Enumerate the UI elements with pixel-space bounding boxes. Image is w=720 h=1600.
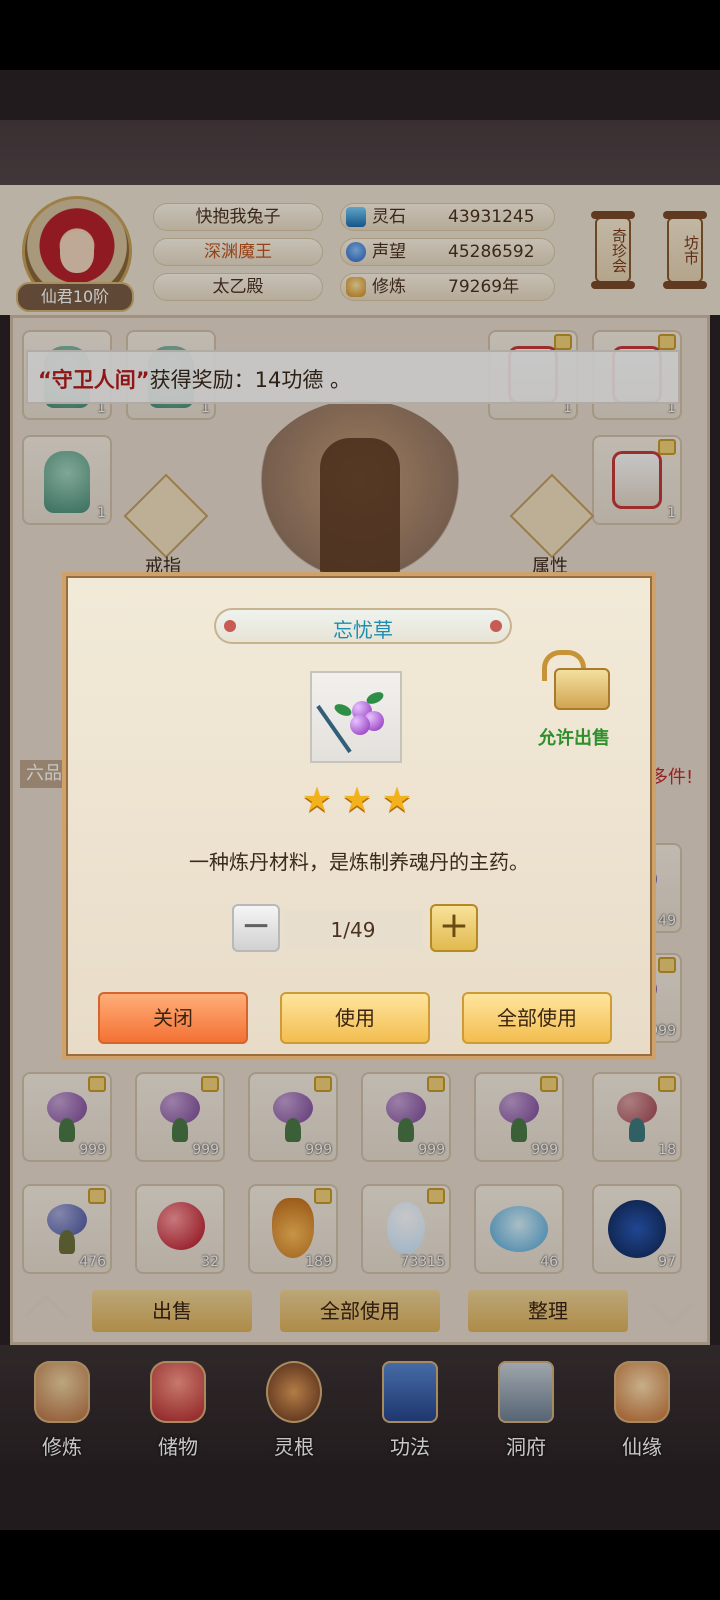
item-preview <box>310 671 402 763</box>
increase-button[interactable]: + <box>430 904 478 952</box>
quantity-stepper: − 1/49 + <box>232 902 480 954</box>
close-button[interactable]: 关闭 <box>98 992 248 1044</box>
item-name: 忘忧草 <box>333 618 393 642</box>
rarity-stars: ★ ★ ★ <box>298 781 418 821</box>
allow-sale-label: 允许出售 <box>538 728 610 749</box>
star-icon: ★ <box>341 780 373 820</box>
petal <box>350 715 370 735</box>
screen: 仙君10阶 快抱我兔子 深渊魔王 太乙殿 灵石 43931245 声望 4528… <box>0 0 720 1600</box>
unlock-icon[interactable] <box>542 650 620 710</box>
star-icon: ★ <box>301 780 333 820</box>
decrease-button[interactable]: − <box>232 904 280 952</box>
leaf <box>332 701 354 719</box>
item-dialog: 忘忧草 允许出售 ★ ★ ★ 一种炼丹材料，是炼制养魂丹的主药。 − 1/49 … <box>62 572 656 1060</box>
flower-herb-icon <box>316 687 386 754</box>
star-icon: ★ <box>381 780 413 820</box>
dialog-title-bar: 忘忧草 <box>214 608 512 644</box>
use-button[interactable]: 使用 <box>280 992 430 1044</box>
lock-body <box>554 668 610 710</box>
item-description: 一种炼丹材料，是炼制养魂丹的主药。 <box>189 850 529 874</box>
use-all-dialog-button[interactable]: 全部使用 <box>462 992 612 1044</box>
quantity-display[interactable]: 1/49 <box>284 910 422 950</box>
